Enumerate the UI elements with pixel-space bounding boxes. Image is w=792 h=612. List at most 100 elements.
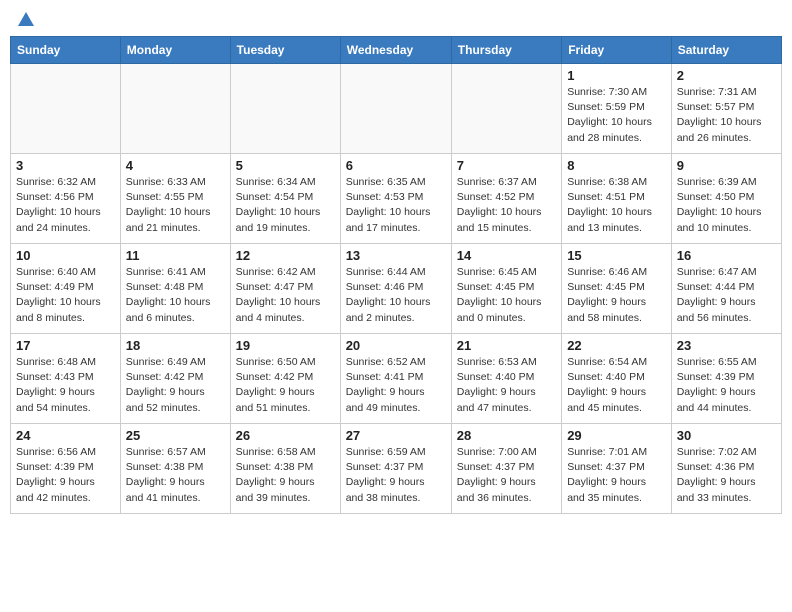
day-info: Sunrise: 6:45 AM Sunset: 4:45 PM Dayligh… xyxy=(457,265,556,326)
calendar-cell: 16 Sunrise: 6:47 AM Sunset: 4:44 PM Dayli… xyxy=(671,244,781,334)
day-number: 16 xyxy=(677,248,776,263)
day-number: 23 xyxy=(677,338,776,353)
day-info: Sunrise: 6:47 AM Sunset: 4:44 PM Dayligh… xyxy=(677,265,776,326)
calendar-cell: 19 Sunrise: 6:50 AM Sunset: 4:42 PM Dayli… xyxy=(230,334,340,424)
calendar-cell: 8Sunrise: 6:38 AM Sunset: 4:51 PM Daylig… xyxy=(562,154,672,244)
calendar-cell: 25 Sunrise: 6:57 AM Sunset: 4:38 PM Dayli… xyxy=(120,424,230,514)
logo xyxy=(14,10,36,28)
day-number: 19 xyxy=(236,338,335,353)
day-info: Sunrise: 6:32 AM Sunset: 4:56 PM Dayligh… xyxy=(16,175,115,236)
day-info: Sunrise: 6:52 AM Sunset: 4:41 PM Dayligh… xyxy=(346,355,446,416)
day-number: 21 xyxy=(457,338,556,353)
day-info: Sunrise: 6:46 AM Sunset: 4:45 PM Dayligh… xyxy=(567,265,666,326)
calendar-cell: 11Sunrise: 6:41 AM Sunset: 4:48 PM Dayli… xyxy=(120,244,230,334)
calendar-cell: 9 Sunrise: 6:39 AM Sunset: 4:50 PM Daylig… xyxy=(671,154,781,244)
day-number: 22 xyxy=(567,338,666,353)
logo-icon xyxy=(16,10,36,30)
day-info: Sunrise: 6:39 AM Sunset: 4:50 PM Dayligh… xyxy=(677,175,776,236)
page-header xyxy=(10,10,782,28)
day-number: 3 xyxy=(16,158,115,173)
calendar-week-3: 10 Sunrise: 6:40 AM Sunset: 4:49 PM Dayli… xyxy=(11,244,782,334)
day-number: 28 xyxy=(457,428,556,443)
day-info: Sunrise: 6:33 AM Sunset: 4:55 PM Dayligh… xyxy=(126,175,225,236)
calendar-cell: 14 Sunrise: 6:45 AM Sunset: 4:45 PM Dayli… xyxy=(451,244,561,334)
calendar-header-saturday: Saturday xyxy=(671,37,781,64)
calendar-cell: 23 Sunrise: 6:55 AM Sunset: 4:39 PM Dayli… xyxy=(671,334,781,424)
calendar-header-wednesday: Wednesday xyxy=(340,37,451,64)
calendar-cell: 10 Sunrise: 6:40 AM Sunset: 4:49 PM Dayli… xyxy=(11,244,121,334)
calendar-header-sunday: Sunday xyxy=(11,37,121,64)
day-info: Sunrise: 6:56 AM Sunset: 4:39 PM Dayligh… xyxy=(16,445,115,506)
calendar-cell xyxy=(340,64,451,154)
day-number: 1 xyxy=(567,68,666,83)
day-number: 6 xyxy=(346,158,446,173)
day-info: Sunrise: 6:48 AM Sunset: 4:43 PM Dayligh… xyxy=(16,355,115,416)
calendar-week-4: 17 Sunrise: 6:48 AM Sunset: 4:43 PM Dayli… xyxy=(11,334,782,424)
day-number: 17 xyxy=(16,338,115,353)
calendar-cell: 28 Sunrise: 7:00 AM Sunset: 4:37 PM Dayli… xyxy=(451,424,561,514)
day-info: Sunrise: 6:53 AM Sunset: 4:40 PM Dayligh… xyxy=(457,355,556,416)
day-number: 10 xyxy=(16,248,115,263)
day-number: 30 xyxy=(677,428,776,443)
day-number: 29 xyxy=(567,428,666,443)
calendar-cell: 20Sunrise: 6:52 AM Sunset: 4:41 PM Dayli… xyxy=(340,334,451,424)
day-info: Sunrise: 6:49 AM Sunset: 4:42 PM Dayligh… xyxy=(126,355,225,416)
day-info: Sunrise: 7:30 AM Sunset: 5:59 PM Dayligh… xyxy=(567,85,666,146)
calendar-header-tuesday: Tuesday xyxy=(230,37,340,64)
day-info: Sunrise: 6:41 AM Sunset: 4:48 PM Dayligh… xyxy=(126,265,225,326)
calendar-cell: 27 Sunrise: 6:59 AM Sunset: 4:37 PM Dayli… xyxy=(340,424,451,514)
calendar-cell: 18 Sunrise: 6:49 AM Sunset: 4:42 PM Dayli… xyxy=(120,334,230,424)
calendar-cell: 6Sunrise: 6:35 AM Sunset: 4:53 PM Daylig… xyxy=(340,154,451,244)
day-number: 2 xyxy=(677,68,776,83)
calendar-cell: 13Sunrise: 6:44 AM Sunset: 4:46 PM Dayli… xyxy=(340,244,451,334)
day-info: Sunrise: 7:00 AM Sunset: 4:37 PM Dayligh… xyxy=(457,445,556,506)
day-info: Sunrise: 6:59 AM Sunset: 4:37 PM Dayligh… xyxy=(346,445,446,506)
day-info: Sunrise: 6:34 AM Sunset: 4:54 PM Dayligh… xyxy=(236,175,335,236)
day-number: 5 xyxy=(236,158,335,173)
day-number: 9 xyxy=(677,158,776,173)
day-info: Sunrise: 7:31 AM Sunset: 5:57 PM Dayligh… xyxy=(677,85,776,146)
calendar-week-2: 3 Sunrise: 6:32 AM Sunset: 4:56 PM Daylig… xyxy=(11,154,782,244)
calendar-cell: 21 Sunrise: 6:53 AM Sunset: 4:40 PM Dayli… xyxy=(451,334,561,424)
calendar-header-row: SundayMondayTuesdayWednesdayThursdayFrid… xyxy=(11,37,782,64)
calendar-cell: 29 Sunrise: 7:01 AM Sunset: 4:37 PM Dayli… xyxy=(562,424,672,514)
calendar-cell xyxy=(120,64,230,154)
calendar-cell: 5 Sunrise: 6:34 AM Sunset: 4:54 PM Daylig… xyxy=(230,154,340,244)
calendar-cell xyxy=(11,64,121,154)
day-info: Sunrise: 6:54 AM Sunset: 4:40 PM Dayligh… xyxy=(567,355,666,416)
day-info: Sunrise: 6:50 AM Sunset: 4:42 PM Dayligh… xyxy=(236,355,335,416)
calendar-cell: 1 Sunrise: 7:30 AM Sunset: 5:59 PM Daylig… xyxy=(562,64,672,154)
day-info: Sunrise: 6:57 AM Sunset: 4:38 PM Dayligh… xyxy=(126,445,225,506)
calendar-week-5: 24 Sunrise: 6:56 AM Sunset: 4:39 PM Dayli… xyxy=(11,424,782,514)
day-number: 14 xyxy=(457,248,556,263)
day-number: 13 xyxy=(346,248,446,263)
day-info: Sunrise: 6:40 AM Sunset: 4:49 PM Dayligh… xyxy=(16,265,115,326)
calendar-cell: 12Sunrise: 6:42 AM Sunset: 4:47 PM Dayli… xyxy=(230,244,340,334)
calendar-cell: 2 Sunrise: 7:31 AM Sunset: 5:57 PM Daylig… xyxy=(671,64,781,154)
calendar-cell: 15 Sunrise: 6:46 AM Sunset: 4:45 PM Dayli… xyxy=(562,244,672,334)
day-number: 18 xyxy=(126,338,225,353)
day-info: Sunrise: 6:37 AM Sunset: 4:52 PM Dayligh… xyxy=(457,175,556,236)
day-info: Sunrise: 7:02 AM Sunset: 4:36 PM Dayligh… xyxy=(677,445,776,506)
calendar-body: 1 Sunrise: 7:30 AM Sunset: 5:59 PM Daylig… xyxy=(11,64,782,514)
day-number: 7 xyxy=(457,158,556,173)
day-number: 24 xyxy=(16,428,115,443)
day-number: 25 xyxy=(126,428,225,443)
day-info: Sunrise: 6:38 AM Sunset: 4:51 PM Dayligh… xyxy=(567,175,666,236)
calendar-cell: 22 Sunrise: 6:54 AM Sunset: 4:40 PM Dayli… xyxy=(562,334,672,424)
day-info: Sunrise: 6:55 AM Sunset: 4:39 PM Dayligh… xyxy=(677,355,776,416)
day-info: Sunrise: 7:01 AM Sunset: 4:37 PM Dayligh… xyxy=(567,445,666,506)
calendar-cell: 17 Sunrise: 6:48 AM Sunset: 4:43 PM Dayli… xyxy=(11,334,121,424)
day-number: 27 xyxy=(346,428,446,443)
day-info: Sunrise: 6:42 AM Sunset: 4:47 PM Dayligh… xyxy=(236,265,335,326)
calendar-cell: 24 Sunrise: 6:56 AM Sunset: 4:39 PM Dayli… xyxy=(11,424,121,514)
day-number: 4 xyxy=(126,158,225,173)
calendar-cell xyxy=(230,64,340,154)
day-number: 26 xyxy=(236,428,335,443)
day-info: Sunrise: 6:58 AM Sunset: 4:38 PM Dayligh… xyxy=(236,445,335,506)
calendar-cell: 30 Sunrise: 7:02 AM Sunset: 4:36 PM Dayli… xyxy=(671,424,781,514)
calendar-cell: 4 Sunrise: 6:33 AM Sunset: 4:55 PM Daylig… xyxy=(120,154,230,244)
day-number: 15 xyxy=(567,248,666,263)
calendar-cell: 3 Sunrise: 6:32 AM Sunset: 4:56 PM Daylig… xyxy=(11,154,121,244)
calendar-header-thursday: Thursday xyxy=(451,37,561,64)
